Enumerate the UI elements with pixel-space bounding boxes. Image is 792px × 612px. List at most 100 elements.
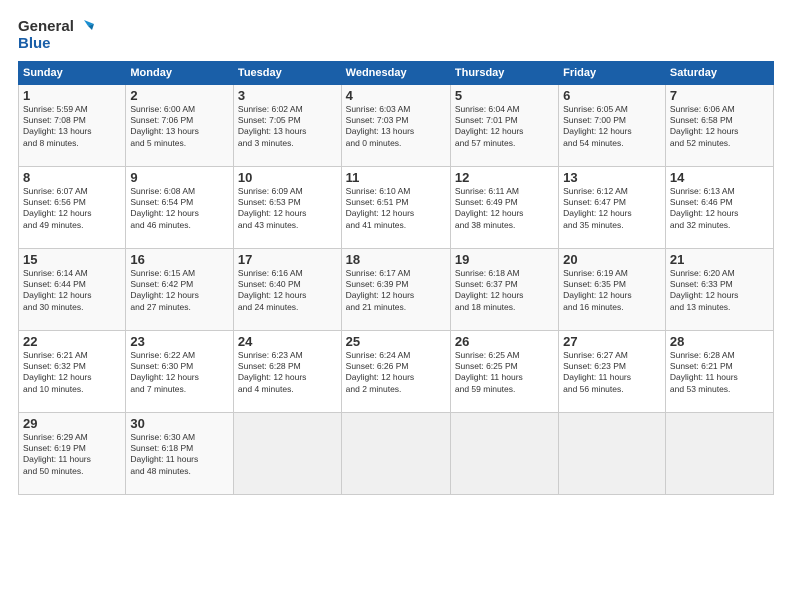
calendar-cell: 28Sunrise: 6:28 AMSunset: 6:21 PMDayligh… (665, 330, 773, 412)
cell-info: Sunrise: 6:08 AMSunset: 6:54 PMDaylight:… (130, 186, 229, 232)
day-number: 20 (563, 252, 661, 267)
day-number: 4 (346, 88, 446, 103)
cell-info: Sunrise: 6:04 AMSunset: 7:01 PMDaylight:… (455, 104, 554, 150)
col-header-friday: Friday (559, 61, 666, 84)
day-number: 7 (670, 88, 769, 103)
calendar-cell (233, 412, 341, 494)
cell-info: Sunrise: 6:05 AMSunset: 7:00 PMDaylight:… (563, 104, 661, 150)
logo: General Blue (18, 18, 94, 53)
cell-info: Sunrise: 6:07 AMSunset: 6:56 PMDaylight:… (23, 186, 121, 232)
col-header-sunday: Sunday (19, 61, 126, 84)
cell-info: Sunrise: 6:14 AMSunset: 6:44 PMDaylight:… (23, 268, 121, 314)
calendar-cell: 3Sunrise: 6:02 AMSunset: 7:05 PMDaylight… (233, 84, 341, 166)
day-number: 9 (130, 170, 229, 185)
day-number: 19 (455, 252, 554, 267)
col-header-monday: Monday (126, 61, 234, 84)
calendar-cell: 17Sunrise: 6:16 AMSunset: 6:40 PMDayligh… (233, 248, 341, 330)
day-number: 2 (130, 88, 229, 103)
cell-info: Sunrise: 6:29 AMSunset: 6:19 PMDaylight:… (23, 432, 121, 478)
calendar-cell: 27Sunrise: 6:27 AMSunset: 6:23 PMDayligh… (559, 330, 666, 412)
cell-info: Sunrise: 6:11 AMSunset: 6:49 PMDaylight:… (455, 186, 554, 232)
day-number: 1 (23, 88, 121, 103)
day-number: 13 (563, 170, 661, 185)
calendar-cell: 24Sunrise: 6:23 AMSunset: 6:28 PMDayligh… (233, 330, 341, 412)
calendar-cell: 18Sunrise: 6:17 AMSunset: 6:39 PMDayligh… (341, 248, 450, 330)
logo-text: General Blue (18, 18, 94, 53)
cell-info: Sunrise: 6:03 AMSunset: 7:03 PMDaylight:… (346, 104, 446, 150)
day-number: 26 (455, 334, 554, 349)
calendar-cell: 10Sunrise: 6:09 AMSunset: 6:53 PMDayligh… (233, 166, 341, 248)
calendar-cell: 4Sunrise: 6:03 AMSunset: 7:03 PMDaylight… (341, 84, 450, 166)
cell-info: Sunrise: 6:18 AMSunset: 6:37 PMDaylight:… (455, 268, 554, 314)
day-number: 6 (563, 88, 661, 103)
calendar-cell: 11Sunrise: 6:10 AMSunset: 6:51 PMDayligh… (341, 166, 450, 248)
cell-info: Sunrise: 6:20 AMSunset: 6:33 PMDaylight:… (670, 268, 769, 314)
cell-info: Sunrise: 5:59 AMSunset: 7:08 PMDaylight:… (23, 104, 121, 150)
calendar-cell: 1Sunrise: 5:59 AMSunset: 7:08 PMDaylight… (19, 84, 126, 166)
calendar-cell (665, 412, 773, 494)
cell-info: Sunrise: 6:13 AMSunset: 6:46 PMDaylight:… (670, 186, 769, 232)
day-number: 16 (130, 252, 229, 267)
cell-info: Sunrise: 6:24 AMSunset: 6:26 PMDaylight:… (346, 350, 446, 396)
calendar-cell (559, 412, 666, 494)
logo-general: General (18, 19, 74, 36)
cell-info: Sunrise: 6:06 AMSunset: 6:58 PMDaylight:… (670, 104, 769, 150)
cell-info: Sunrise: 6:10 AMSunset: 6:51 PMDaylight:… (346, 186, 446, 232)
col-header-thursday: Thursday (450, 61, 558, 84)
logo-bird-icon (76, 18, 94, 36)
calendar-cell: 13Sunrise: 6:12 AMSunset: 6:47 PMDayligh… (559, 166, 666, 248)
calendar-cell: 19Sunrise: 6:18 AMSunset: 6:37 PMDayligh… (450, 248, 558, 330)
cell-info: Sunrise: 6:15 AMSunset: 6:42 PMDaylight:… (130, 268, 229, 314)
calendar-cell: 30Sunrise: 6:30 AMSunset: 6:18 PMDayligh… (126, 412, 234, 494)
calendar-table: SundayMondayTuesdayWednesdayThursdayFrid… (18, 61, 774, 495)
calendar-cell: 25Sunrise: 6:24 AMSunset: 6:26 PMDayligh… (341, 330, 450, 412)
cell-info: Sunrise: 6:22 AMSunset: 6:30 PMDaylight:… (130, 350, 229, 396)
day-number: 8 (23, 170, 121, 185)
day-number: 27 (563, 334, 661, 349)
day-number: 23 (130, 334, 229, 349)
page-header: General Blue (18, 18, 774, 53)
day-number: 30 (130, 416, 229, 431)
col-header-wednesday: Wednesday (341, 61, 450, 84)
cell-info: Sunrise: 6:17 AMSunset: 6:39 PMDaylight:… (346, 268, 446, 314)
day-number: 17 (238, 252, 337, 267)
cell-info: Sunrise: 6:19 AMSunset: 6:35 PMDaylight:… (563, 268, 661, 314)
cell-info: Sunrise: 6:21 AMSunset: 6:32 PMDaylight:… (23, 350, 121, 396)
cell-info: Sunrise: 6:30 AMSunset: 6:18 PMDaylight:… (130, 432, 229, 478)
calendar-cell: 26Sunrise: 6:25 AMSunset: 6:25 PMDayligh… (450, 330, 558, 412)
calendar-cell: 16Sunrise: 6:15 AMSunset: 6:42 PMDayligh… (126, 248, 234, 330)
calendar-cell: 8Sunrise: 6:07 AMSunset: 6:56 PMDaylight… (19, 166, 126, 248)
cell-info: Sunrise: 6:00 AMSunset: 7:06 PMDaylight:… (130, 104, 229, 150)
cell-info: Sunrise: 6:12 AMSunset: 6:47 PMDaylight:… (563, 186, 661, 232)
calendar-cell: 20Sunrise: 6:19 AMSunset: 6:35 PMDayligh… (559, 248, 666, 330)
day-number: 11 (346, 170, 446, 185)
day-number: 18 (346, 252, 446, 267)
cell-info: Sunrise: 6:09 AMSunset: 6:53 PMDaylight:… (238, 186, 337, 232)
col-header-tuesday: Tuesday (233, 61, 341, 84)
day-number: 24 (238, 334, 337, 349)
calendar-cell: 15Sunrise: 6:14 AMSunset: 6:44 PMDayligh… (19, 248, 126, 330)
day-number: 22 (23, 334, 121, 349)
day-number: 5 (455, 88, 554, 103)
calendar-cell (450, 412, 558, 494)
calendar-cell: 6Sunrise: 6:05 AMSunset: 7:00 PMDaylight… (559, 84, 666, 166)
cell-info: Sunrise: 6:16 AMSunset: 6:40 PMDaylight:… (238, 268, 337, 314)
day-number: 12 (455, 170, 554, 185)
cell-info: Sunrise: 6:02 AMSunset: 7:05 PMDaylight:… (238, 104, 337, 150)
col-header-saturday: Saturday (665, 61, 773, 84)
calendar-cell: 2Sunrise: 6:00 AMSunset: 7:06 PMDaylight… (126, 84, 234, 166)
day-number: 25 (346, 334, 446, 349)
calendar-cell: 14Sunrise: 6:13 AMSunset: 6:46 PMDayligh… (665, 166, 773, 248)
calendar-cell: 21Sunrise: 6:20 AMSunset: 6:33 PMDayligh… (665, 248, 773, 330)
calendar-cell: 9Sunrise: 6:08 AMSunset: 6:54 PMDaylight… (126, 166, 234, 248)
day-number: 3 (238, 88, 337, 103)
day-number: 14 (670, 170, 769, 185)
day-number: 29 (23, 416, 121, 431)
calendar-cell: 23Sunrise: 6:22 AMSunset: 6:30 PMDayligh… (126, 330, 234, 412)
cell-info: Sunrise: 6:25 AMSunset: 6:25 PMDaylight:… (455, 350, 554, 396)
calendar-cell: 12Sunrise: 6:11 AMSunset: 6:49 PMDayligh… (450, 166, 558, 248)
day-number: 21 (670, 252, 769, 267)
calendar-cell: 5Sunrise: 6:04 AMSunset: 7:01 PMDaylight… (450, 84, 558, 166)
calendar-cell: 29Sunrise: 6:29 AMSunset: 6:19 PMDayligh… (19, 412, 126, 494)
calendar-cell: 7Sunrise: 6:06 AMSunset: 6:58 PMDaylight… (665, 84, 773, 166)
